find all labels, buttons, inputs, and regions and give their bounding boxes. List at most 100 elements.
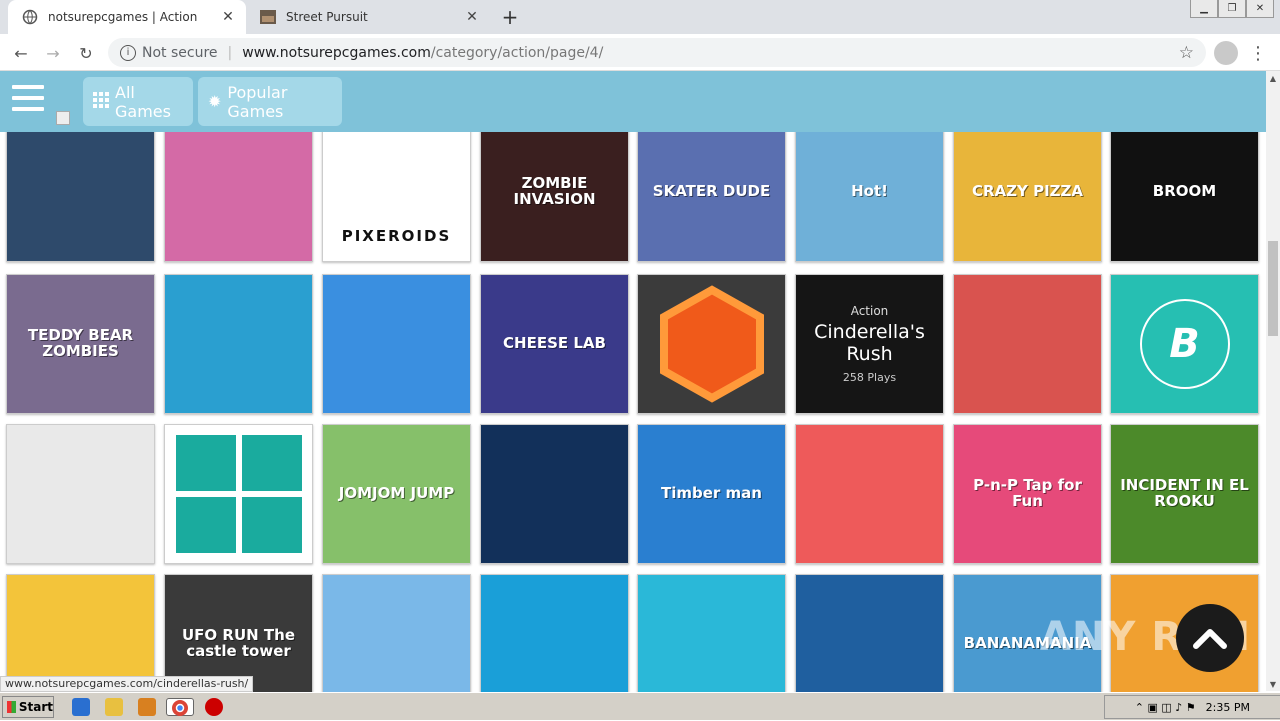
game-tile[interactable]: B bbox=[1110, 274, 1259, 414]
bookmark-star-icon[interactable]: ☆ bbox=[1179, 43, 1194, 63]
divider: | bbox=[227, 44, 233, 61]
back-button[interactable]: ← bbox=[8, 40, 34, 66]
browser-toolbar: ← → ↻ i Not secure | www.notsurepcgames.… bbox=[0, 34, 1280, 71]
forward-button[interactable]: → bbox=[40, 40, 66, 66]
start-label: Start bbox=[18, 700, 53, 714]
sun-icon: ✹ bbox=[208, 92, 222, 111]
close-tab-icon[interactable]: ✕ bbox=[218, 7, 238, 27]
opera-icon[interactable] bbox=[205, 698, 223, 716]
game-thumbnail-icon bbox=[260, 9, 276, 25]
clock: 2:35 PM bbox=[1205, 700, 1250, 714]
close-window-button[interactable]: ✕ bbox=[1246, 0, 1274, 18]
broken-logo-image[interactable] bbox=[56, 111, 70, 125]
folder-icon[interactable] bbox=[105, 698, 123, 716]
game-tile-label: PIXEROIDS bbox=[341, 227, 452, 246]
address-bar[interactable]: i Not secure | www.notsurepcgames.com/ca… bbox=[108, 38, 1206, 67]
reload-button[interactable]: ↻ bbox=[73, 40, 99, 66]
windows-logo-icon bbox=[7, 701, 16, 713]
hover-category: Action bbox=[850, 303, 889, 318]
game-grid: PIXEROIDS ZOMBIE INVASION SKATER DUDE Hot! C… bbox=[0, 132, 1266, 692]
game-tile-label: ZOMBIE INVASION bbox=[513, 174, 596, 208]
game-tile[interactable] bbox=[953, 274, 1102, 414]
game-tile[interactable] bbox=[322, 274, 471, 414]
tab-notsurepcgames[interactable]: notsurepcgames | Action ✕ bbox=[8, 0, 246, 34]
game-tile[interactable]: CRAZY PIZZA bbox=[953, 132, 1102, 262]
game-tile[interactable] bbox=[795, 424, 944, 564]
close-tab-icon[interactable]: ✕ bbox=[462, 7, 482, 27]
game-tile-label: CRAZY PIZZA bbox=[971, 182, 1084, 201]
tray-icons[interactable]: ⌃ ▣ ◫ ♪ ⚑ bbox=[1135, 701, 1196, 714]
status-bar-url: www.notsurepcgames.com/cinderellas-rush/ bbox=[0, 676, 254, 692]
scroll-down-arrow-icon[interactable]: ▼ bbox=[1266, 677, 1280, 691]
profile-avatar[interactable] bbox=[1214, 41, 1238, 65]
all-games-button[interactable]: All Games bbox=[83, 77, 193, 126]
hexagon-logo-icon bbox=[659, 285, 764, 403]
info-icon[interactable]: i bbox=[120, 44, 136, 61]
game-tile[interactable] bbox=[637, 274, 786, 414]
scroll-up-arrow-icon[interactable]: ▲ bbox=[1266, 71, 1280, 85]
game-tile[interactable] bbox=[164, 424, 313, 564]
game-tile[interactable]: SKATER DUDE bbox=[637, 132, 786, 262]
game-tile-label: Hot! bbox=[851, 182, 888, 201]
system-tray: ⌃ ▣ ◫ ♪ ⚑ 2:35 PM bbox=[1104, 695, 1280, 719]
game-tile-label: TEDDY BEAR ZOMBIES bbox=[27, 326, 134, 360]
url-path: /category/action/page/4/ bbox=[430, 44, 604, 61]
game-tile[interactable] bbox=[795, 574, 944, 692]
game-tile-label: UFO RUN The castle tower bbox=[182, 626, 295, 660]
game-tile[interactable]: P-n-P Tap for Fun bbox=[953, 424, 1102, 564]
game-tile[interactable] bbox=[6, 424, 155, 564]
popular-games-button[interactable]: ✹ Popular Games bbox=[198, 77, 342, 126]
scroll-thumb[interactable] bbox=[1268, 241, 1278, 336]
game-tile[interactable] bbox=[637, 574, 786, 692]
hover-title: Cinderella's Rush bbox=[814, 320, 925, 365]
hamburger-menu-icon[interactable] bbox=[12, 85, 44, 117]
game-tile[interactable]: ZOMBIE INVASION bbox=[480, 132, 629, 262]
game-tile[interactable] bbox=[164, 132, 313, 262]
ie-icon[interactable] bbox=[72, 698, 90, 716]
browser-tab-strip: notsurepcgames | Action ✕ Street Pursuit… bbox=[0, 0, 1280, 34]
tab-title: Street Pursuit bbox=[286, 10, 368, 24]
url-host: www.notsurepcgames.com bbox=[242, 44, 431, 61]
game-tile[interactable] bbox=[480, 574, 629, 692]
game-tile[interactable]: TEDDY BEAR ZOMBIES bbox=[6, 274, 155, 414]
game-tile[interactable]: JOMJOM JUMP bbox=[322, 424, 471, 564]
game-tile-label: Timber man bbox=[661, 484, 762, 503]
game-tile[interactable]: BROOM bbox=[1110, 132, 1259, 262]
security-label: Not secure bbox=[142, 44, 218, 61]
game-tile-label: INCIDENT IN EL ROOKU bbox=[1120, 476, 1249, 510]
chrome-taskbar-button[interactable] bbox=[166, 698, 194, 716]
tile-quad-icon bbox=[169, 429, 308, 559]
game-tile[interactable]: INCIDENT IN EL ROOKU bbox=[1110, 424, 1259, 564]
window-controls: ▁ ❐ ✕ bbox=[1190, 0, 1274, 18]
game-tile[interactable] bbox=[164, 274, 313, 414]
windows-taskbar: Start ⌃ ▣ ◫ ♪ ⚑ 2:35 PM bbox=[0, 692, 1280, 720]
new-tab-button[interactable]: + bbox=[498, 5, 522, 29]
game-tile-label: P-n-P Tap for Fun bbox=[973, 476, 1082, 510]
game-tile[interactable]: Hot! bbox=[795, 132, 944, 262]
popular-games-label: Popular Games bbox=[227, 82, 288, 121]
game-tile[interactable] bbox=[6, 574, 155, 692]
tab-street-pursuit[interactable]: Street Pursuit ✕ bbox=[246, 0, 490, 34]
game-tile[interactable]: UFO RUN The castle tower bbox=[164, 574, 313, 692]
media-player-icon[interactable] bbox=[138, 698, 156, 716]
browser-menu-icon[interactable]: ⋮ bbox=[1249, 40, 1267, 66]
game-tile[interactable]: PIXEROIDS bbox=[322, 132, 471, 262]
start-button[interactable]: Start bbox=[2, 696, 54, 718]
minimize-button[interactable]: ▁ bbox=[1190, 0, 1218, 18]
game-tile-label: SKATER DUDE bbox=[652, 182, 771, 201]
globe-icon bbox=[22, 9, 38, 25]
tab-title: notsurepcgames | Action bbox=[48, 10, 198, 24]
b-logo-icon: B bbox=[1139, 299, 1230, 389]
game-tile-label: CHEESE LAB bbox=[503, 334, 606, 353]
game-tile[interactable] bbox=[6, 132, 155, 262]
hover-plays: 258 Plays bbox=[842, 371, 897, 385]
page-scrollbar[interactable]: ▲ ▼ bbox=[1266, 71, 1280, 691]
game-tile-label: BROOM bbox=[1152, 182, 1217, 201]
game-tile[interactable] bbox=[480, 424, 629, 564]
game-tile[interactable]: Timber man bbox=[637, 424, 786, 564]
game-tile[interactable]: CHEESE LAB bbox=[480, 274, 629, 414]
back-to-top-button[interactable] bbox=[1176, 604, 1244, 672]
game-tile[interactable] bbox=[322, 574, 471, 692]
restore-button[interactable]: ❐ bbox=[1218, 0, 1246, 18]
game-tile-cinderellas-rush[interactable]: Action Cinderella's Rush 258 Plays bbox=[795, 274, 944, 414]
